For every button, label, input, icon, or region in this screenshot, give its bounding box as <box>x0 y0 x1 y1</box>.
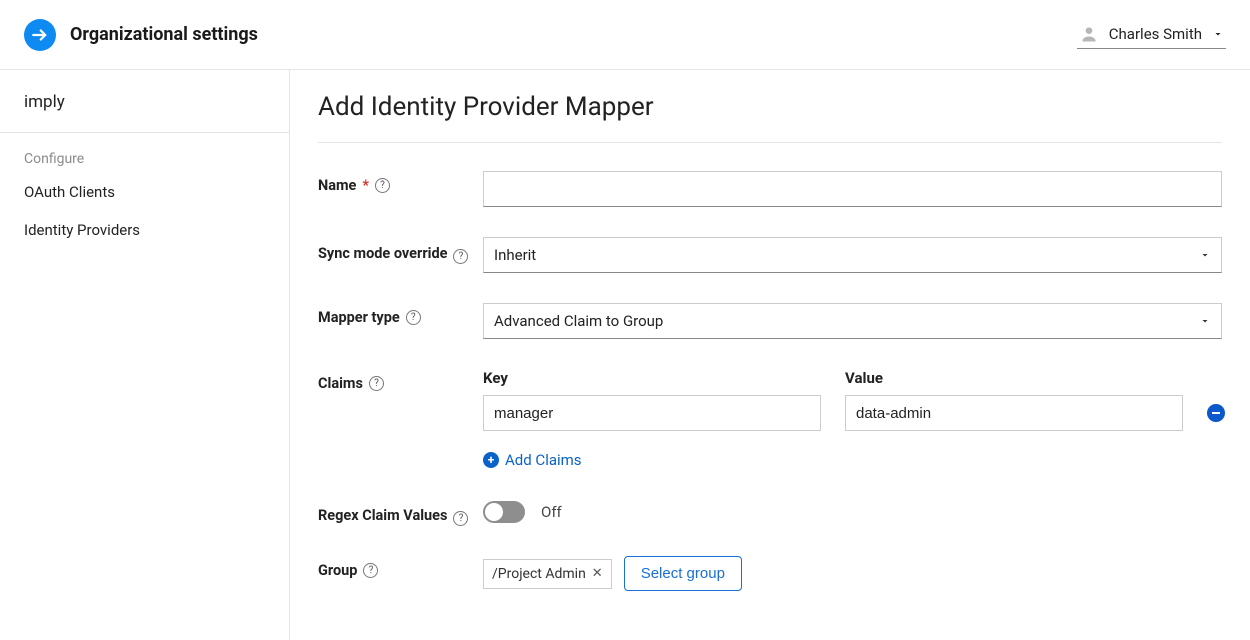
help-icon[interactable]: ? <box>375 178 390 193</box>
minus-icon <box>1211 408 1221 418</box>
claims-header-key: Key <box>483 369 821 387</box>
label-regex: Regex Claim Values ? <box>318 499 483 526</box>
label-text: Group <box>318 562 357 579</box>
help-icon[interactable]: ? <box>406 310 421 325</box>
group-chip-label: /Project Admin <box>492 566 586 582</box>
divider <box>318 142 1222 143</box>
claim-key-input[interactable] <box>483 395 821 431</box>
label-claims: Claims ? <box>318 369 483 392</box>
sidebar-item-oauth-clients[interactable]: OAuth Clients <box>0 173 289 211</box>
group-chip: /Project Admin ✕ <box>483 559 612 589</box>
page-title: Organizational settings <box>70 24 258 45</box>
select-value: Inherit <box>494 246 536 264</box>
row-mapper-type: Mapper type ? Advanced Claim to Group <box>318 303 1222 339</box>
label-mapper-type: Mapper type ? <box>318 303 483 326</box>
label-group: Group ? <box>318 556 483 579</box>
caret-down-icon <box>1199 249 1211 261</box>
label-text: Sync mode override <box>318 245 447 262</box>
body: imply Configure OAuth Clients Identity P… <box>0 70 1250 640</box>
label-text: Name <box>318 177 356 194</box>
sidebar-item-identity-providers[interactable]: Identity Providers <box>0 211 289 249</box>
label-text: Claims <box>318 375 363 392</box>
group-row: /Project Admin ✕ Select group <box>483 556 1222 591</box>
sidebar-realm-name[interactable]: imply <box>0 70 289 133</box>
caret-down-icon <box>1199 315 1211 327</box>
plus-icon: + <box>483 452 499 468</box>
claims-header: Key Value <box>483 369 1225 387</box>
main-heading: Add Identity Provider Mapper <box>318 92 1222 122</box>
required-asterisk: * <box>362 177 369 194</box>
row-name: Name * ? <box>318 171 1222 207</box>
toggle-knob <box>485 503 503 521</box>
label-text: Regex Claim Values <box>318 507 447 524</box>
label-sync-mode: Sync mode override ? <box>318 237 483 264</box>
avatar-icon <box>1079 24 1099 44</box>
row-sync-mode: Sync mode override ? Inherit <box>318 237 1222 273</box>
help-icon[interactable]: ? <box>363 563 378 578</box>
row-group: Group ? /Project Admin ✕ Select group <box>318 556 1222 591</box>
topbar-left: Organizational settings <box>24 19 258 51</box>
sidebar-section-label: Configure <box>0 133 289 173</box>
label-name: Name * ? <box>318 171 483 194</box>
topbar: Organizational settings Charles Smith <box>0 0 1250 70</box>
user-menu[interactable]: Charles Smith <box>1077 20 1226 49</box>
help-icon[interactable]: ? <box>453 511 468 526</box>
claims-header-value: Value <box>845 369 883 387</box>
sidebar-item-label: Identity Providers <box>24 221 140 239</box>
regex-toggle[interactable] <box>483 501 525 523</box>
row-claims: Claims ? Key Value + Add Claims <box>318 369 1222 469</box>
claim-value-input[interactable] <box>845 395 1183 431</box>
label-text: Mapper type <box>318 309 400 326</box>
user-name: Charles Smith <box>1109 25 1202 43</box>
sidebar: imply Configure OAuth Clients Identity P… <box>0 70 290 640</box>
select-group-label: Select group <box>641 565 725 582</box>
select-value: Advanced Claim to Group <box>494 312 663 330</box>
remove-group-icon[interactable]: ✕ <box>592 566 603 581</box>
caret-down-icon <box>1212 28 1224 40</box>
mapper-type-select[interactable]: Advanced Claim to Group <box>483 303 1222 339</box>
select-group-button[interactable]: Select group <box>624 556 742 591</box>
claims-row <box>483 395 1225 431</box>
main-content: Add Identity Provider Mapper Name * ? Sy… <box>290 70 1250 640</box>
add-claims-label: Add Claims <box>505 451 582 469</box>
logo-icon <box>24 19 56 51</box>
help-icon[interactable]: ? <box>453 249 468 264</box>
sync-mode-select[interactable]: Inherit <box>483 237 1222 273</box>
remove-claim-button[interactable] <box>1207 404 1225 422</box>
sidebar-item-label: OAuth Clients <box>24 183 115 201</box>
row-regex: Regex Claim Values ? Off <box>318 499 1222 526</box>
help-icon[interactable]: ? <box>369 376 384 391</box>
regex-toggle-wrap: Off <box>483 499 1222 523</box>
name-input[interactable] <box>483 171 1222 207</box>
add-claims-button[interactable]: + Add Claims <box>483 451 582 469</box>
regex-toggle-state: Off <box>541 503 562 521</box>
